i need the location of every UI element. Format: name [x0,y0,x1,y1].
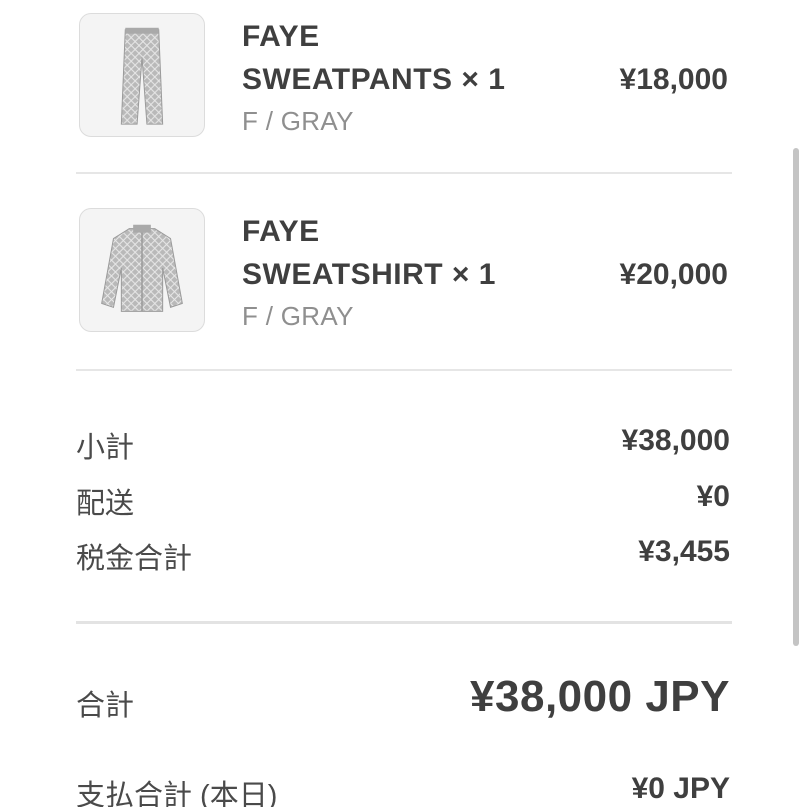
line-item: FAYE SWEATSHIRT × 1 F / GRAY ¥20,000 [0,195,807,345]
total-value: ¥38,000 JPY [470,672,730,721]
shipping-label: 配送 [76,488,135,520]
divider [76,369,732,371]
item-brand: FAYE [242,215,320,248]
item-variant: F / GRAY [242,106,354,136]
item-price: ¥18,000 [619,63,728,96]
sweatpants-thumbnail-icon [79,13,205,137]
shipping-value: ¥0 [696,480,730,513]
divider [76,172,732,174]
subtotal-label: 小計 [76,432,135,464]
line-item: FAYE SWEATPANTS × 1 F / GRAY ¥18,000 [0,0,807,150]
pay-today-label: 支払合計 (本日) [76,780,278,807]
total-label: 合計 [76,690,135,722]
pay-today-value: ¥0 JPY [631,772,730,805]
subtotal-value: ¥38,000 [621,424,730,457]
item-variant: F / GRAY [242,301,354,331]
pay-today-row: 支払合計 (本日) ¥0 JPY [76,772,730,807]
order-summary-page: FAYE SWEATPANTS × 1 F / GRAY ¥18,000 FAY… [0,0,807,807]
item-price: ¥20,000 [619,258,728,291]
sweatshirt-thumbnail-icon [79,208,205,332]
tax-label: 税金合計 [76,543,193,575]
tax-value: ¥3,455 [638,535,730,568]
divider [76,621,732,624]
item-name: SWEATPANTS × 1 [242,63,506,96]
item-brand: FAYE [242,20,320,53]
item-name: SWEATSHIRT × 1 [242,258,496,291]
subtotal-row: 小計 ¥38,000 [76,424,730,464]
tax-row: 税金合計 ¥3,455 [76,535,730,575]
total-row: 合計 ¥38,000 JPY [76,672,730,728]
shipping-row: 配送 ¥0 [76,480,730,520]
